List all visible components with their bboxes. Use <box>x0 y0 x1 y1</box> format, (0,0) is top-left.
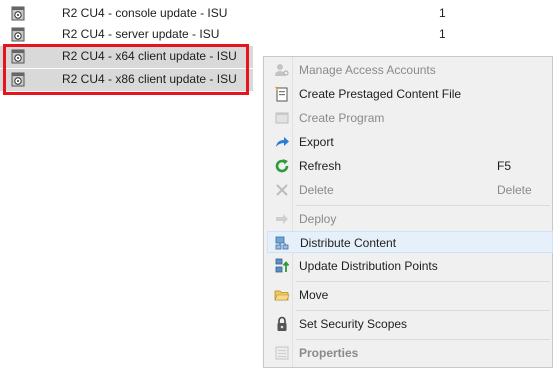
package-name: R2 CU4 - console update - ISU <box>62 6 228 20</box>
menu-item-label: Manage Access Accounts <box>299 63 436 77</box>
menu-item-label: Refresh <box>299 159 342 173</box>
menu-item-refresh[interactable]: Refresh F5 <box>267 155 553 177</box>
menu-item-label: Set Security Scopes <box>299 317 408 331</box>
menu-separator <box>296 205 550 206</box>
menu-separator <box>296 281 550 282</box>
menu-item-set-security-scopes[interactable]: Set Security Scopes <box>267 313 553 335</box>
program-icon <box>275 112 289 124</box>
list-item[interactable]: R2 CU4 - server update - ISU 1 <box>0 24 446 46</box>
menu-item-label: Delete <box>299 183 334 197</box>
package-icon <box>11 27 25 42</box>
menu-item-label: Create Prestaged Content File <box>299 87 462 101</box>
package-count: 1 <box>439 27 446 41</box>
list-item[interactable]: R2 CU4 - console update - ISU 1 <box>0 3 446 25</box>
menu-item-label: Distribute Content <box>300 236 397 250</box>
menu-item-create-program[interactable]: Create Program <box>267 107 553 129</box>
menu-item-shortcut: Delete <box>497 183 532 197</box>
menu-item-update-distribution-points[interactable]: Update Distribution Points <box>267 255 553 277</box>
menu-item-manage-access-accounts[interactable]: Manage Access Accounts <box>267 59 553 81</box>
people-key-icon <box>275 64 289 76</box>
menu-item-create-prestaged-content-file[interactable]: Create Prestaged Content File <box>267 83 553 105</box>
folder-move-icon <box>274 290 290 301</box>
prestaged-file-icon <box>275 87 288 102</box>
export-arrow-icon <box>276 137 289 147</box>
context-menu: Manage Access Accounts Create Prestaged … <box>263 56 553 368</box>
package-icon <box>11 6 25 21</box>
menu-item-label: Export <box>299 135 334 149</box>
properties-icon <box>275 346 289 360</box>
delete-x-icon <box>276 184 288 196</box>
menu-item-label: Deploy <box>299 212 337 226</box>
menu-item-properties[interactable]: Properties <box>267 342 553 364</box>
menu-item-shortcut: F5 <box>497 159 512 173</box>
menu-item-deploy[interactable]: Deploy <box>267 208 553 230</box>
menu-item-label: Create Program <box>299 111 385 125</box>
package-count: 1 <box>439 6 446 20</box>
deploy-arrow-icon <box>276 214 288 224</box>
menu-item-export[interactable]: Export <box>267 131 553 153</box>
lock-scope-icon <box>277 316 287 331</box>
distribute-content-icon <box>275 236 289 250</box>
menu-item-label: Update Distribution Points <box>299 259 438 273</box>
update-dp-icon <box>275 258 290 273</box>
package-name: R2 CU4 - server update - ISU <box>62 27 220 41</box>
menu-separator <box>296 310 550 311</box>
menu-item-move[interactable]: Move <box>267 284 553 306</box>
menu-item-delete[interactable]: Delete Delete <box>267 179 553 201</box>
menu-item-label: Move <box>299 288 329 302</box>
menu-item-label: Properties <box>299 346 359 360</box>
refresh-icon <box>275 159 289 173</box>
selection-highlight-box <box>3 44 249 95</box>
menu-separator <box>296 339 550 340</box>
menu-item-distribute-content[interactable]: Distribute Content <box>267 231 553 253</box>
